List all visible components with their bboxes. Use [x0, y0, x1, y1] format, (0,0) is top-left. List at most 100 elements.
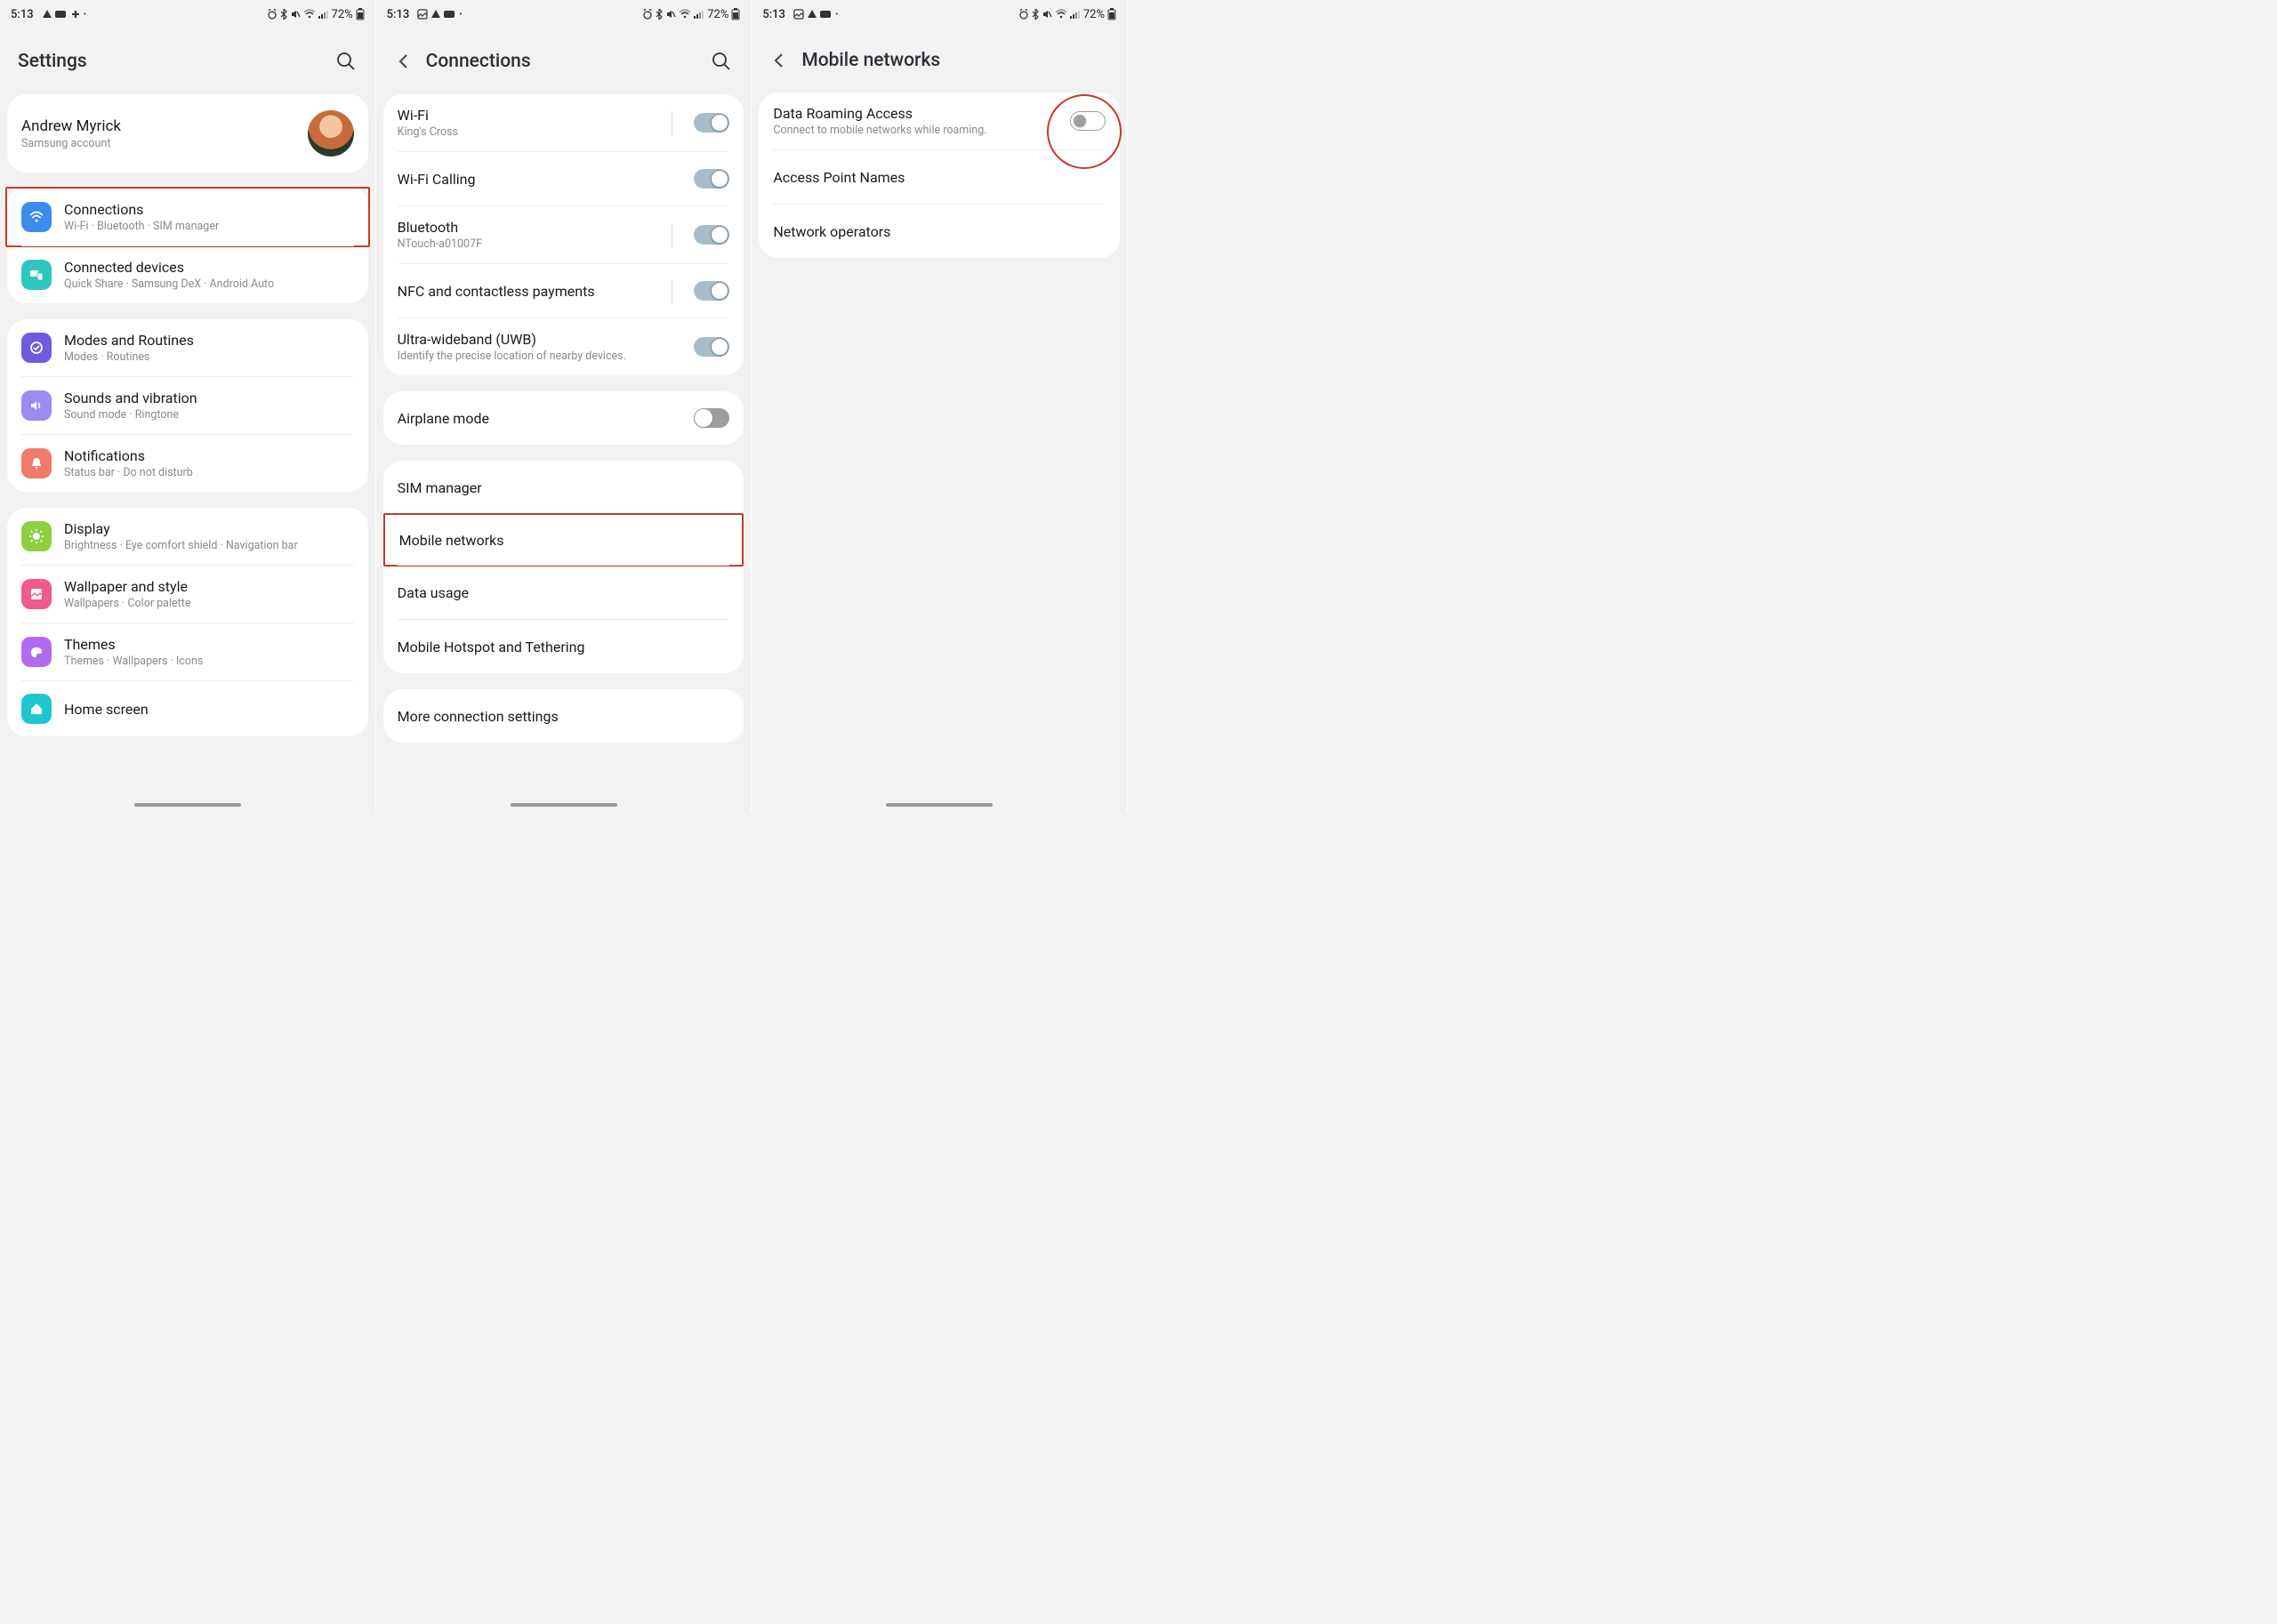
item-title: Themes — [64, 636, 354, 653]
nav-icon — [430, 9, 441, 20]
item-title: Airplane mode — [398, 410, 682, 427]
mobile-networks-header: Mobile networks — [752, 25, 1127, 92]
search-icon[interactable] — [710, 50, 733, 73]
item-title: Wi-Fi — [398, 107, 660, 124]
settings-item-themes[interactable]: Themes Themes · Wallpapers · Icons — [7, 623, 368, 680]
devices-icon — [21, 260, 52, 290]
wifi-toggle[interactable] — [694, 113, 729, 133]
settings-item-sounds[interactable]: Sounds and vibration Sound mode · Ringto… — [7, 377, 368, 434]
item-title: Data usage — [398, 584, 730, 601]
settings-item-display[interactable]: Display Brightness · Eye comfort shield … — [7, 508, 368, 565]
signal-icon — [1070, 10, 1081, 19]
profile-name: Andrew Myrick — [21, 117, 308, 135]
row-nfc[interactable]: NFC and contactless payments — [383, 264, 744, 318]
alarm-icon — [267, 9, 278, 20]
bluetooth-toggle[interactable] — [694, 225, 729, 245]
row-more-settings[interactable]: More connection settings — [383, 689, 744, 743]
status-bar: 5:13 • 72% — [752, 0, 1127, 25]
row-airplane[interactable]: Airplane mode — [383, 391, 744, 445]
profile-card[interactable]: Andrew Myrick Samsung account — [7, 94, 368, 173]
search-icon[interactable] — [334, 50, 358, 73]
airplane-toggle[interactable] — [694, 408, 729, 428]
connections-header: Connections — [376, 25, 752, 94]
bluetooth-icon — [280, 9, 287, 20]
row-data-usage[interactable]: Data usage — [383, 566, 744, 619]
settings-item-connections[interactable]: Connections Wi-Fi · Bluetooth · SIM mana… — [5, 187, 370, 247]
nav-icon — [807, 9, 817, 20]
item-title: Wallpaper and style — [64, 578, 354, 595]
wifi-icon — [303, 9, 316, 20]
profile-sub: Samsung account — [21, 137, 308, 150]
item-title: Wi-Fi Calling — [398, 171, 682, 188]
item-sub: King's Cross — [398, 125, 660, 139]
row-sim-manager[interactable]: SIM manager — [383, 461, 744, 514]
tag-icon — [444, 10, 456, 19]
item-title: Mobile Hotspot and Tethering — [398, 639, 730, 655]
item-title: Access Point Names — [773, 169, 1106, 186]
mute-icon — [665, 9, 676, 20]
settings-item-home[interactable]: Home screen — [7, 681, 368, 736]
tag-icon — [820, 10, 833, 19]
display-icon — [21, 521, 52, 551]
row-wifi-calling[interactable]: Wi-Fi Calling — [383, 152, 744, 205]
item-title: Bluetooth — [398, 219, 660, 236]
screen-mobile-networks: 5:13 • 72% Mobile networks Data Roaming … — [752, 0, 1128, 812]
item-title: Display — [64, 520, 354, 537]
page-title: Mobile networks — [801, 50, 940, 71]
wifi-icon — [679, 9, 691, 20]
settings-item-wallpaper[interactable]: Wallpaper and style Wallpapers · Color p… — [7, 566, 368, 623]
nav-pill[interactable] — [886, 803, 993, 807]
back-icon[interactable] — [769, 51, 789, 70]
page-title: Settings — [18, 51, 87, 72]
mute-icon — [1042, 9, 1052, 20]
row-uwb[interactable]: Ultra-wideband (UWB) Identify the precis… — [383, 318, 744, 375]
settings-item-notifications[interactable]: Notifications Status bar · Do not distur… — [7, 435, 368, 492]
item-sub: Brightness · Eye comfort shield · Naviga… — [64, 539, 354, 552]
slack-icon — [70, 9, 81, 20]
item-sub: Modes · Routines — [64, 350, 354, 364]
settings-group-3: Display Brightness · Eye comfort shield … — [7, 508, 368, 736]
avatar[interactable] — [308, 110, 354, 157]
status-time: 5:13 — [11, 8, 34, 21]
row-wifi[interactable]: Wi-Fi King's Cross — [383, 94, 744, 151]
settings-item-connected-devices[interactable]: Connected devices Quick Share · Samsung … — [7, 246, 368, 303]
image-icon — [417, 9, 428, 20]
status-bar: 5:13 • 72% — [376, 0, 752, 25]
back-icon[interactable] — [394, 52, 414, 71]
item-sub: Identify the precise location of nearby … — [398, 350, 682, 363]
connections-more: More connection settings — [383, 689, 744, 743]
item-sub: Themes · Wallpapers · Icons — [64, 655, 354, 668]
item-title: Connections — [64, 201, 354, 218]
row-mobile-networks[interactable]: Mobile networks — [383, 513, 744, 567]
wifi-calling-toggle[interactable] — [694, 169, 729, 189]
settings-item-modes[interactable]: Modes and Routines Modes · Routines — [7, 319, 368, 376]
item-title: Sounds and vibration — [64, 390, 354, 406]
themes-icon — [21, 637, 52, 667]
item-title: Data Roaming Access — [773, 105, 1058, 122]
item-sub: Sound mode · Ringtone — [64, 408, 354, 422]
item-title: SIM manager — [398, 479, 730, 496]
uwb-toggle[interactable] — [694, 337, 729, 357]
connections-airplane: Airplane mode — [383, 391, 744, 445]
nfc-toggle[interactable] — [694, 281, 729, 301]
connections-group-2: SIM manager Mobile networks Data usage M… — [383, 461, 744, 673]
item-title: Mobile networks — [399, 532, 728, 549]
modes-icon — [21, 333, 52, 363]
nav-pill[interactable] — [511, 803, 617, 807]
item-sub: Wallpapers · Color palette — [64, 597, 354, 610]
mute-icon — [290, 9, 301, 20]
bluetooth-icon — [656, 9, 663, 20]
battery-pct: 72% — [707, 8, 728, 21]
settings-group-2: Modes and Routines Modes · Routines Soun… — [7, 319, 368, 492]
nav-pill[interactable] — [134, 803, 241, 807]
dot-icon: • — [835, 10, 838, 20]
nav-icon — [42, 9, 52, 20]
row-network-operators[interactable]: Network operators — [759, 205, 1120, 258]
item-title: Modes and Routines — [64, 332, 354, 349]
row-hotspot[interactable]: Mobile Hotspot and Tethering — [383, 620, 744, 673]
wifi-icon — [1055, 9, 1067, 20]
signal-icon — [694, 10, 704, 19]
status-bar: 5:13 • 72% — [0, 0, 375, 25]
sound-icon — [21, 390, 52, 421]
row-bluetooth[interactable]: Bluetooth NTouch-a01007F — [383, 206, 744, 263]
